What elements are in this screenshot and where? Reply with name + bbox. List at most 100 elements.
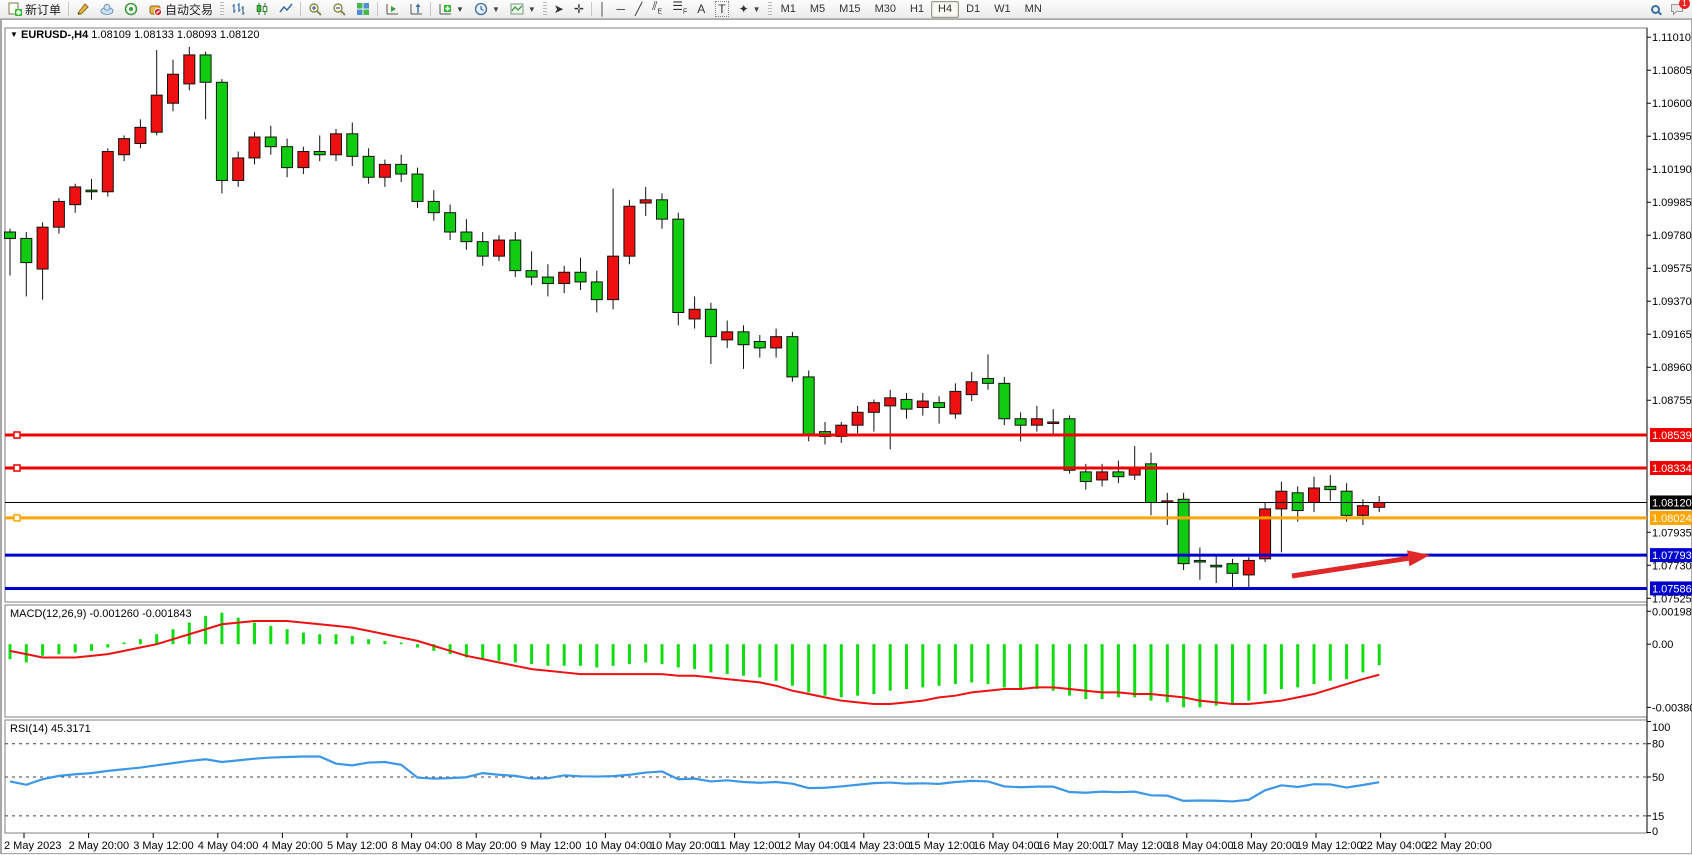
chart-shift-button[interactable]: [380, 1, 404, 18]
candle-79: [1292, 493, 1303, 511]
cursor-icon: ➤: [554, 2, 564, 16]
equidistant-channel-tool-button[interactable]: ⫽E: [647, 1, 667, 18]
autotrade-icon: [148, 2, 162, 16]
cursor-tool-button[interactable]: ➤: [549, 1, 569, 18]
line-chart-mode-button[interactable]: [274, 1, 298, 18]
horizontal-line-tool-button[interactable]: ─: [611, 1, 630, 18]
svg-text:18 May 04:00: 18 May 04:00: [1167, 840, 1234, 852]
styler-button[interactable]: [71, 1, 95, 18]
text-label-icon: T: [715, 1, 728, 17]
zoom-out-icon: [332, 2, 346, 16]
line-chart-icon: [279, 2, 293, 16]
candle-69: [1129, 469, 1140, 475]
rsi-indicator-label: RSI(14) 45.3171: [10, 723, 91, 735]
new-order-icon: [8, 2, 22, 16]
timeframe-button-w1[interactable]: W1: [987, 1, 1018, 18]
timeframe-button-h1[interactable]: H1: [903, 1, 931, 18]
svg-text:1.07793: 1.07793: [1652, 550, 1692, 562]
new-order-button[interactable]: 新订单: [3, 1, 66, 18]
svg-text:10 May 20:00: 10 May 20:00: [650, 840, 717, 852]
timeframe-button-h4[interactable]: H4: [931, 1, 959, 18]
candle-15: [249, 137, 260, 158]
candle-7: [119, 139, 130, 155]
styler-icon: [76, 2, 90, 16]
candle-25: [412, 174, 423, 201]
auto-trading-button[interactable]: 自动交易: [143, 1, 218, 18]
svg-text:9 May 12:00: 9 May 12:00: [521, 840, 582, 852]
candle-30: [494, 240, 505, 256]
arrows-tool-button[interactable]: ✦▼: [734, 1, 766, 18]
macd-indicator-label: MACD(12,26,9) -0.001260 -0.001843: [10, 608, 192, 620]
svg-text:1.09985: 1.09985: [1652, 197, 1692, 209]
bar-chart-icon: [231, 2, 245, 16]
candle-54: [885, 398, 896, 406]
zoom-out-button[interactable]: [327, 1, 351, 18]
candle-34: [559, 272, 570, 283]
search-button[interactable]: [1646, 1, 1665, 18]
svg-text:19 May 12:00: 19 May 12:00: [1296, 840, 1363, 852]
chart-title: ▼ EURUSD-,H4 1.08109 1.08133 1.08093 1.0…: [10, 29, 260, 41]
candle-80: [1309, 488, 1320, 502]
timeframe-button-m15[interactable]: M15: [832, 1, 867, 18]
svg-text:1.08539: 1.08539: [1652, 430, 1692, 442]
candle-5: [86, 190, 97, 192]
fibonacci-tool-button[interactable]: ☰F: [667, 1, 692, 18]
candle-22: [363, 156, 374, 177]
svg-text:3 May 12:00: 3 May 12:00: [133, 840, 194, 852]
text-tool-button[interactable]: A: [692, 1, 710, 18]
candle-55: [901, 399, 912, 409]
candle-33: [542, 277, 553, 283]
periods-button[interactable]: ▼: [469, 1, 505, 18]
candle-59: [966, 382, 977, 395]
horizontal-line-icon: ─: [616, 2, 625, 16]
indicators-plus-icon: [438, 2, 452, 16]
candle-75: [1227, 564, 1238, 574]
svg-text:1.11010: 1.11010: [1652, 32, 1691, 44]
timeframe-button-m30[interactable]: M30: [868, 1, 903, 18]
svg-text:2 May 20:00: 2 May 20:00: [69, 840, 130, 852]
hline-handle-1.08539: [14, 432, 20, 438]
chart-autoscroll-icon: [409, 2, 423, 16]
zoom-in-button[interactable]: [303, 1, 327, 18]
candle-32: [526, 271, 537, 277]
chat-button[interactable]: 1: [1665, 1, 1689, 18]
symbol-dropdown-icon[interactable]: ▼: [10, 30, 18, 39]
candle-41: [673, 219, 684, 312]
candle-24: [396, 164, 407, 174]
candle-64: [1048, 422, 1059, 424]
macd-axis: 0.0019820.00-0.003804: [1647, 606, 1692, 714]
publisher-button[interactable]: [95, 1, 119, 18]
indicators-button[interactable]: ▼: [433, 1, 469, 18]
text-label-tool-button[interactable]: T: [710, 1, 733, 18]
templates-button[interactable]: ▼: [505, 1, 541, 18]
chart-autoscroll-button[interactable]: [404, 1, 428, 18]
candle-chart-mode-button[interactable]: [250, 1, 274, 18]
candle-58: [950, 391, 961, 414]
chart-shift-icon: [385, 2, 399, 16]
timeframe-button-d1[interactable]: D1: [959, 1, 987, 18]
chart-svg[interactable]: 1.110101.108051.106001.103951.101901.099…: [2, 20, 1692, 855]
crosshair-tool-button[interactable]: ✛: [569, 1, 589, 18]
candle-10: [168, 74, 179, 103]
timeframe-button-m5[interactable]: M5: [803, 1, 832, 18]
candle-19: [314, 152, 325, 155]
candle-43: [705, 309, 716, 336]
svg-text:-0.003804: -0.003804: [1652, 702, 1692, 714]
text-tool-icon: A: [697, 2, 705, 16]
timeframe-button-mn[interactable]: MN: [1018, 1, 1049, 18]
vertical-line-tool-button[interactable]: │: [594, 1, 612, 18]
time-axis[interactable]: 2 May 20232 May 20:003 May 12:004 May 04…: [4, 833, 1492, 852]
bar-chart-mode-button[interactable]: [226, 1, 250, 18]
candle-76: [1243, 560, 1254, 574]
svg-text:8 May 20:00: 8 May 20:00: [456, 840, 517, 852]
candle-70: [1146, 464, 1157, 503]
equidistant-channel-icon: ⫽E: [652, 0, 662, 19]
trendline-tool-button[interactable]: ╱: [630, 1, 647, 18]
tile-windows-button[interactable]: [351, 1, 375, 18]
template-icon: [510, 2, 524, 16]
signals-button[interactable]: [119, 1, 143, 18]
main-toolbar: 新订单 自动交易: [0, 0, 1692, 19]
timeframe-button-m1[interactable]: M1: [774, 1, 803, 18]
svg-text:1.10190: 1.10190: [1652, 164, 1692, 176]
candle-39: [640, 200, 651, 203]
